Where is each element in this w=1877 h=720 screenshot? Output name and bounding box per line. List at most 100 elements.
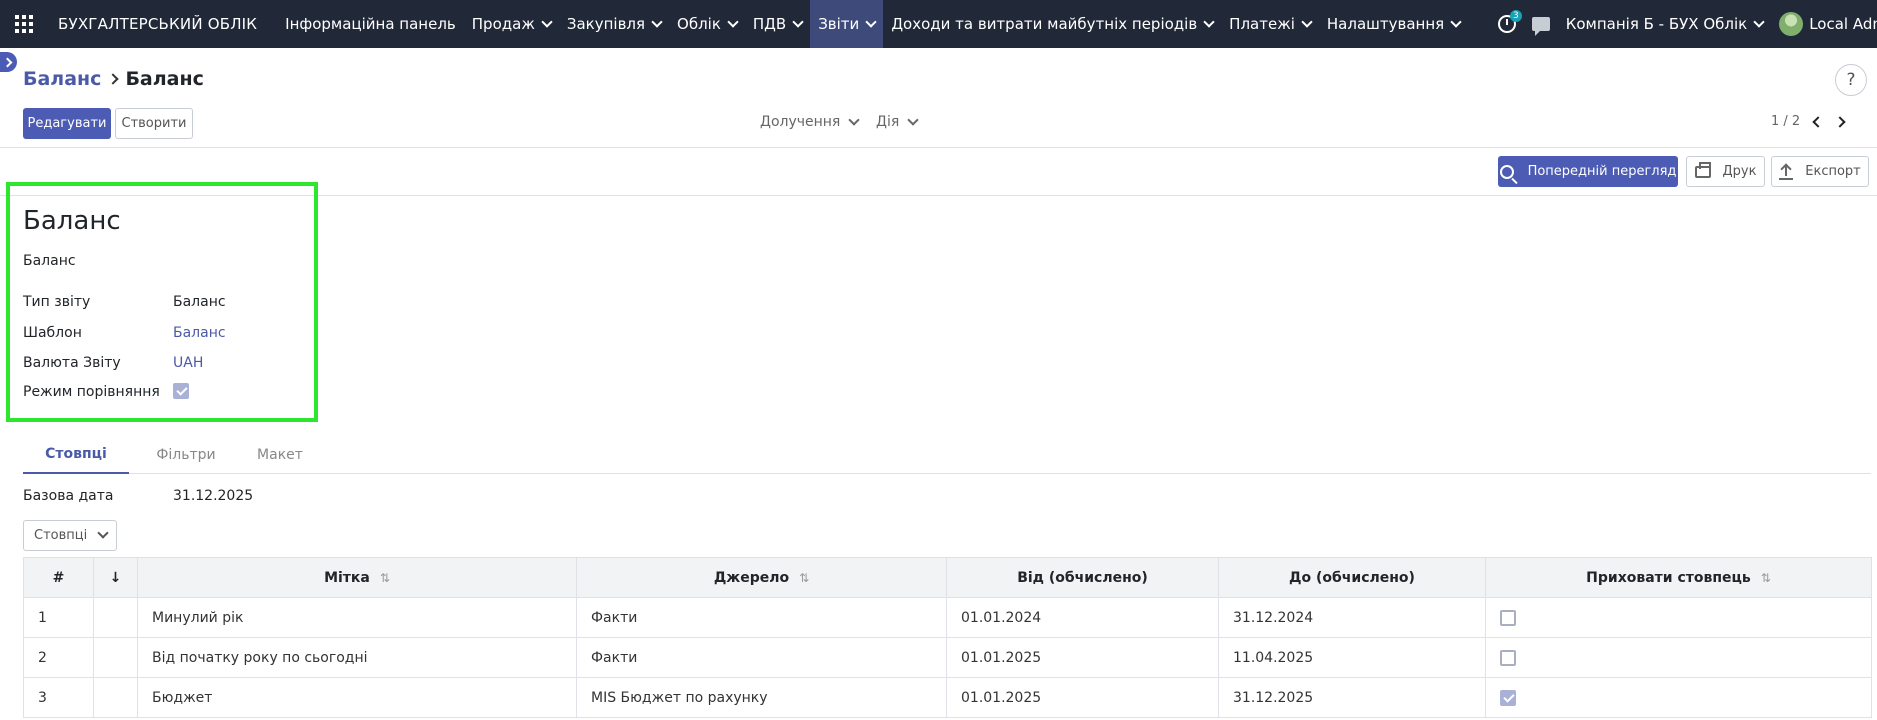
column-header-label[interactable]: Мітка ⇅ bbox=[137, 557, 577, 598]
cell-label[interactable]: Від початку року по сьогодні bbox=[137, 637, 577, 678]
base-date-label: Базова дата bbox=[23, 488, 114, 504]
menu-label: Платежі bbox=[1229, 15, 1295, 33]
cell-label[interactable]: Бюджет bbox=[137, 677, 577, 718]
tab-columns[interactable]: Стовпці bbox=[23, 436, 129, 474]
chevron-down-icon bbox=[541, 15, 553, 28]
column-header-number: # bbox=[23, 557, 94, 598]
chevron-down-icon bbox=[727, 15, 739, 28]
hide-column-checkbox[interactable] bbox=[1500, 690, 1516, 706]
column-header-hide[interactable]: Приховати стовпець ⇅ bbox=[1485, 557, 1872, 598]
comparison-mode-checkbox[interactable] bbox=[173, 383, 189, 399]
field-label-comparison-mode: Режим порівняння bbox=[23, 384, 160, 400]
cell-source[interactable]: Факти bbox=[576, 637, 947, 678]
hide-column-checkbox[interactable] bbox=[1500, 610, 1516, 626]
sort-icon: ⇅ bbox=[379, 570, 390, 585]
base-date-value[interactable]: 31.12.2025 bbox=[173, 488, 253, 504]
upload-icon bbox=[1779, 164, 1794, 180]
app-brand[interactable]: БУХГАЛТЕРСЬКИЙ ОБЛІК bbox=[48, 15, 277, 33]
menu-label: Облік bbox=[677, 15, 721, 33]
menu-item-sales[interactable]: Продаж bbox=[464, 0, 559, 48]
hide-column-checkbox[interactable] bbox=[1500, 650, 1516, 666]
header-label-text: Мітка bbox=[324, 569, 370, 586]
breadcrumb: Баланс Баланс bbox=[23, 68, 204, 90]
top-navbar: БУХГАЛТЕРСЬКИЙ ОБЛІК Інформаційна панель… bbox=[0, 0, 1877, 48]
cell-hide bbox=[1485, 637, 1872, 678]
field-value-currency-link[interactable]: UAH bbox=[173, 355, 203, 371]
cell-number: 2 bbox=[23, 637, 94, 678]
table-header-row: # ↓ Мітка ⇅ Джерело ⇅ Від (обчислено) До (… bbox=[23, 557, 1872, 598]
main-menu: Інформаційна панель Продаж Закупівля Обл… bbox=[277, 0, 1468, 48]
menu-item-vat[interactable]: ПДВ bbox=[745, 0, 810, 48]
menu-item-deferred[interactable]: Доходи та витрати майбутніх періодів bbox=[883, 0, 1221, 48]
user-menu[interactable]: Local Adm bbox=[1779, 12, 1877, 36]
column-header-from: Від (обчислено) bbox=[946, 557, 1219, 598]
preview-button[interactable]: Попередній перегляд bbox=[1498, 156, 1678, 187]
create-button[interactable]: Створити bbox=[115, 108, 193, 139]
cell-to[interactable]: 31.12.2025 bbox=[1218, 677, 1486, 718]
cell-number: 3 bbox=[23, 677, 94, 718]
print-label: Друк bbox=[1722, 164, 1757, 179]
pager-next-icon[interactable] bbox=[1834, 115, 1846, 128]
activity-clock-icon[interactable]: 3 bbox=[1497, 10, 1522, 33]
activity-badge: 3 bbox=[1509, 10, 1522, 22]
cell-from[interactable]: 01.01.2025 bbox=[946, 637, 1219, 678]
columns-dropdown-button[interactable]: Стовпці bbox=[23, 520, 117, 551]
cell-handle[interactable] bbox=[93, 677, 138, 718]
cell-source[interactable]: Факти bbox=[576, 597, 947, 638]
chevron-down-icon bbox=[848, 113, 861, 126]
chevron-down-icon bbox=[1203, 15, 1215, 28]
header-hide-text: Приховати стовпець bbox=[1586, 569, 1751, 586]
chevron-down-icon bbox=[651, 15, 663, 28]
chevron-down-icon bbox=[792, 15, 804, 28]
tab-filters[interactable]: Фільтри bbox=[133, 436, 239, 474]
search-icon bbox=[1499, 164, 1514, 179]
column-header-to: До (обчислено) bbox=[1218, 557, 1486, 598]
cell-to[interactable]: 11.04.2025 bbox=[1218, 637, 1486, 678]
column-header-source[interactable]: Джерело ⇅ bbox=[576, 557, 947, 598]
menu-item-accounting[interactable]: Облік bbox=[669, 0, 745, 48]
menu-item-settings[interactable]: Налаштування bbox=[1319, 0, 1468, 48]
pager-value[interactable]: 1 / 2 bbox=[1771, 114, 1800, 129]
cell-source[interactable]: MIS Бюджет по рахунку bbox=[576, 677, 947, 718]
user-name: Local Adm bbox=[1809, 15, 1877, 33]
cell-label[interactable]: Минулий рік bbox=[137, 597, 577, 638]
chevron-down-icon bbox=[1753, 15, 1765, 28]
edit-button[interactable]: Редагувати bbox=[23, 108, 111, 139]
menu-item-payments[interactable]: Платежі bbox=[1221, 0, 1319, 48]
control-panel: Баланс Баланс ? Редагувати Створити Долу… bbox=[0, 48, 1877, 148]
print-button[interactable]: Друк bbox=[1686, 156, 1765, 187]
apps-menu-icon[interactable] bbox=[0, 0, 48, 48]
chevron-down-icon bbox=[907, 113, 919, 126]
menu-item-dashboard[interactable]: Інформаційна панель bbox=[277, 0, 464, 48]
field-value-template-link[interactable]: Баланс bbox=[173, 325, 226, 341]
chevron-down-icon bbox=[1450, 15, 1462, 28]
menu-label: Продаж bbox=[471, 15, 535, 33]
menu-item-purchases[interactable]: Закупівля bbox=[559, 0, 669, 48]
chevron-right-icon bbox=[107, 73, 120, 85]
field-value-report-type: Баланс bbox=[173, 294, 226, 310]
columns-table: # ↓ Мітка ⇅ Джерело ⇅ Від (обчислено) До (… bbox=[23, 557, 1872, 718]
chevron-down-icon bbox=[97, 527, 109, 539]
cell-to[interactable]: 31.12.2024 bbox=[1218, 597, 1486, 638]
table-row[interactable]: 3 Бюджет MIS Бюджет по рахунку 01.01.202… bbox=[23, 677, 1872, 718]
company-switcher[interactable]: Компанія Б - БУХ Облік bbox=[1566, 15, 1765, 33]
cell-from[interactable]: 01.01.2025 bbox=[946, 677, 1219, 718]
cell-handle[interactable] bbox=[93, 597, 138, 638]
menu-item-reports[interactable]: Звіти bbox=[810, 0, 884, 48]
attachments-dropdown[interactable]: Долучення bbox=[760, 113, 861, 130]
cell-from[interactable]: 01.01.2024 bbox=[946, 597, 1219, 638]
breadcrumb-parent[interactable]: Баланс bbox=[23, 68, 101, 90]
table-row[interactable]: 1 Минулий рік Факти 01.01.2024 31.12.202… bbox=[23, 597, 1872, 638]
avatar bbox=[1779, 12, 1804, 36]
breadcrumb-current: Баланс bbox=[125, 68, 204, 90]
cell-handle[interactable] bbox=[93, 637, 138, 678]
header-source-text: Джерело bbox=[713, 569, 790, 586]
table-row[interactable]: 2 Від початку року по сьогодні Факти 01.… bbox=[23, 637, 1872, 678]
chat-icon[interactable] bbox=[1531, 17, 1550, 36]
pager-previous-icon[interactable] bbox=[1812, 115, 1824, 128]
export-button[interactable]: Експорт bbox=[1771, 156, 1869, 187]
action-dropdown[interactable]: Дія bbox=[876, 113, 919, 130]
chevron-down-icon bbox=[865, 15, 877, 28]
tab-layout[interactable]: Макет bbox=[231, 436, 329, 474]
help-button[interactable]: ? bbox=[1835, 64, 1867, 96]
